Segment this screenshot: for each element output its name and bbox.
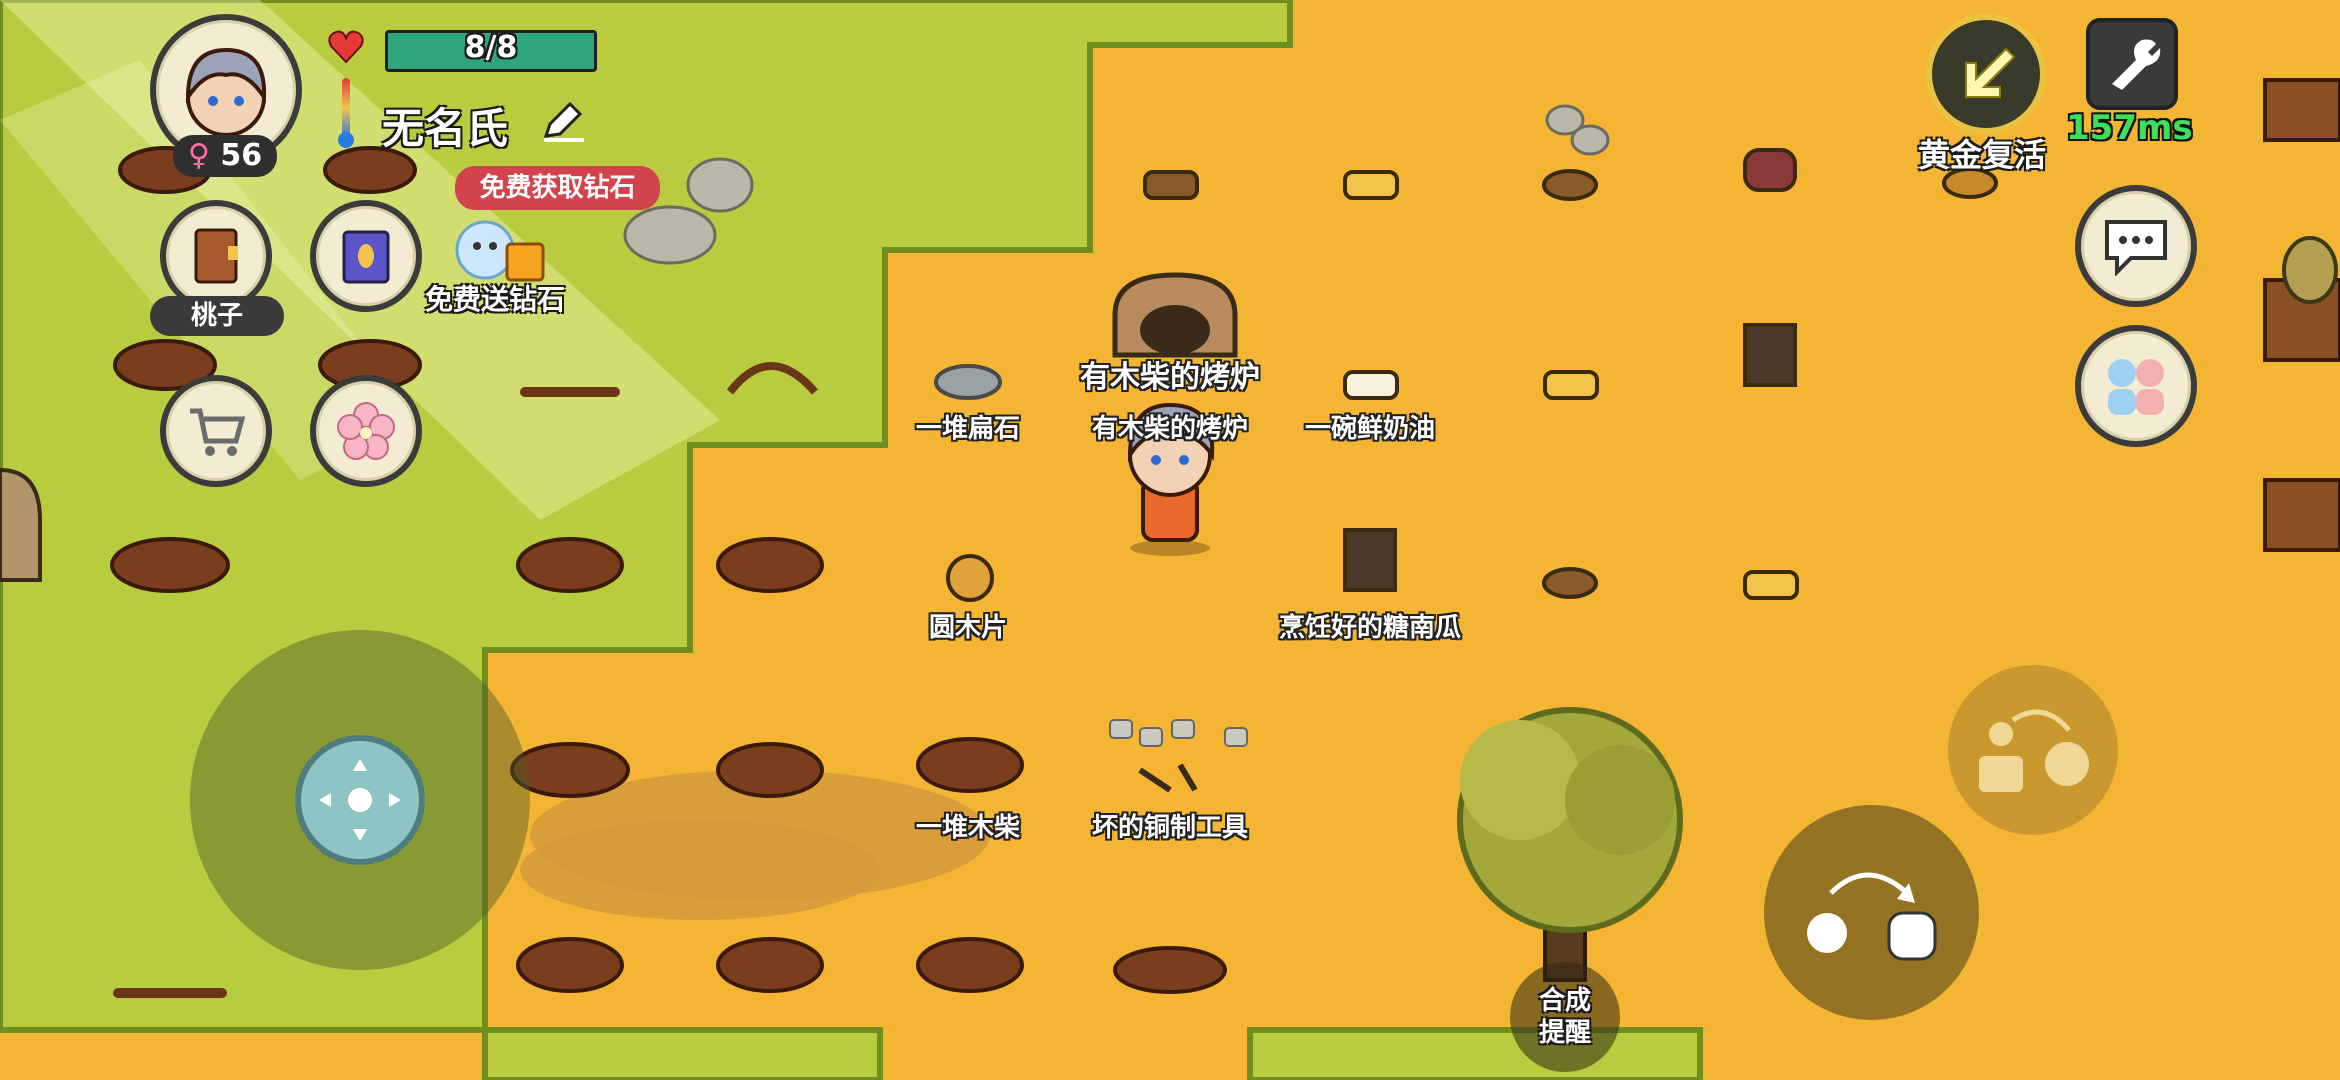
edit-pencil-icon[interactable] [540, 100, 586, 142]
chat-icon [2105, 220, 2167, 276]
wood-pile [716, 537, 824, 593]
gender-icon: ♀ [187, 138, 210, 173]
butter-bowl-item [1343, 370, 1399, 400]
shop-button[interactable] [160, 375, 272, 487]
wood-pile [916, 737, 1024, 793]
bowl-item [1743, 570, 1799, 600]
age-badge: ♀ 56 [173, 135, 277, 177]
chat-button[interactable] [2075, 185, 2197, 307]
free-diamond-label: 免费送钻石 [425, 283, 566, 316]
player-name: 无名氏 [382, 104, 509, 153]
bowl-item [1343, 170, 1399, 200]
firewood-pile-label: 一堆木柴 [915, 813, 1021, 843]
wood-pile [716, 937, 824, 993]
oven-label: 有木柴的烤炉 [1091, 414, 1249, 444]
blossom-icon [337, 402, 395, 460]
spellbook-icon [342, 230, 390, 284]
butter-bowl-label: 一碗鲜奶油 [1304, 414, 1436, 444]
flat-stones-label: 一堆扁石 [915, 414, 1021, 444]
free-diamond-badge[interactable]: 免费获取钻石 [455, 166, 660, 210]
pot-item [1743, 323, 1797, 387]
golden-revive-label: 黄金复活 [1918, 136, 2047, 174]
flat-stone-pile [934, 364, 1002, 400]
joystick-knob[interactable] [295, 735, 425, 865]
age-value: 56 [220, 138, 263, 173]
oven-title-label: 有木柴的烤炉 [1080, 360, 1260, 395]
cooked-pumpkin-item [1343, 528, 1397, 592]
wood-pile [1113, 946, 1227, 994]
golden-revive-button[interactable] [1926, 14, 2046, 134]
joystick-icon [319, 759, 401, 841]
pie-item [1542, 169, 1598, 201]
meat-item [1743, 148, 1797, 192]
wood-pile [716, 742, 824, 798]
wood-pile [110, 537, 230, 593]
spellbook-button[interactable] [310, 200, 422, 312]
grab-button[interactable] [1948, 665, 2118, 835]
book-label: 桃子 [150, 296, 284, 336]
oven-with-firewood [1112, 272, 1238, 358]
bowl-item [1143, 170, 1199, 200]
friends-button[interactable] [2075, 325, 2197, 447]
broken-tools-label: 坏的铜制工具 [1091, 813, 1249, 843]
joystick[interactable] [190, 630, 530, 970]
ping-indicator: 157ms [2066, 108, 2193, 148]
throw-icon [1806, 872, 1936, 960]
log-slice-item [946, 554, 994, 602]
friends-icon [2108, 359, 2164, 415]
health-bar: 8/8 [385, 30, 597, 72]
cooked-pumpkin-label: 烹饪好的糖南瓜 [1278, 613, 1462, 643]
heart-icon [328, 30, 364, 64]
health-text: 8/8 [464, 30, 518, 65]
wood-pile [916, 937, 1024, 993]
wood-pile [516, 937, 624, 993]
grab-icon [1979, 709, 2089, 792]
log-slice-label: 圆木片 [928, 613, 1008, 643]
book-icon [194, 228, 238, 284]
avatar-face [185, 47, 267, 137]
wood-pile [516, 537, 624, 593]
bowl-item [1543, 370, 1599, 400]
wrench-icon [2112, 39, 2161, 90]
revive-arrow-icon [1965, 47, 2016, 98]
pie-item [1542, 567, 1598, 599]
thermometer-icon [338, 78, 354, 150]
throw-button[interactable] [1764, 805, 1979, 1020]
craft-hint-label: 合成提醒 [1538, 986, 1591, 1048]
settings-button[interactable] [2086, 18, 2178, 110]
blossom-button[interactable] [310, 375, 422, 487]
craft-hint-button[interactable]: 合成提醒 [1510, 962, 1620, 1072]
cart-icon [190, 408, 246, 456]
